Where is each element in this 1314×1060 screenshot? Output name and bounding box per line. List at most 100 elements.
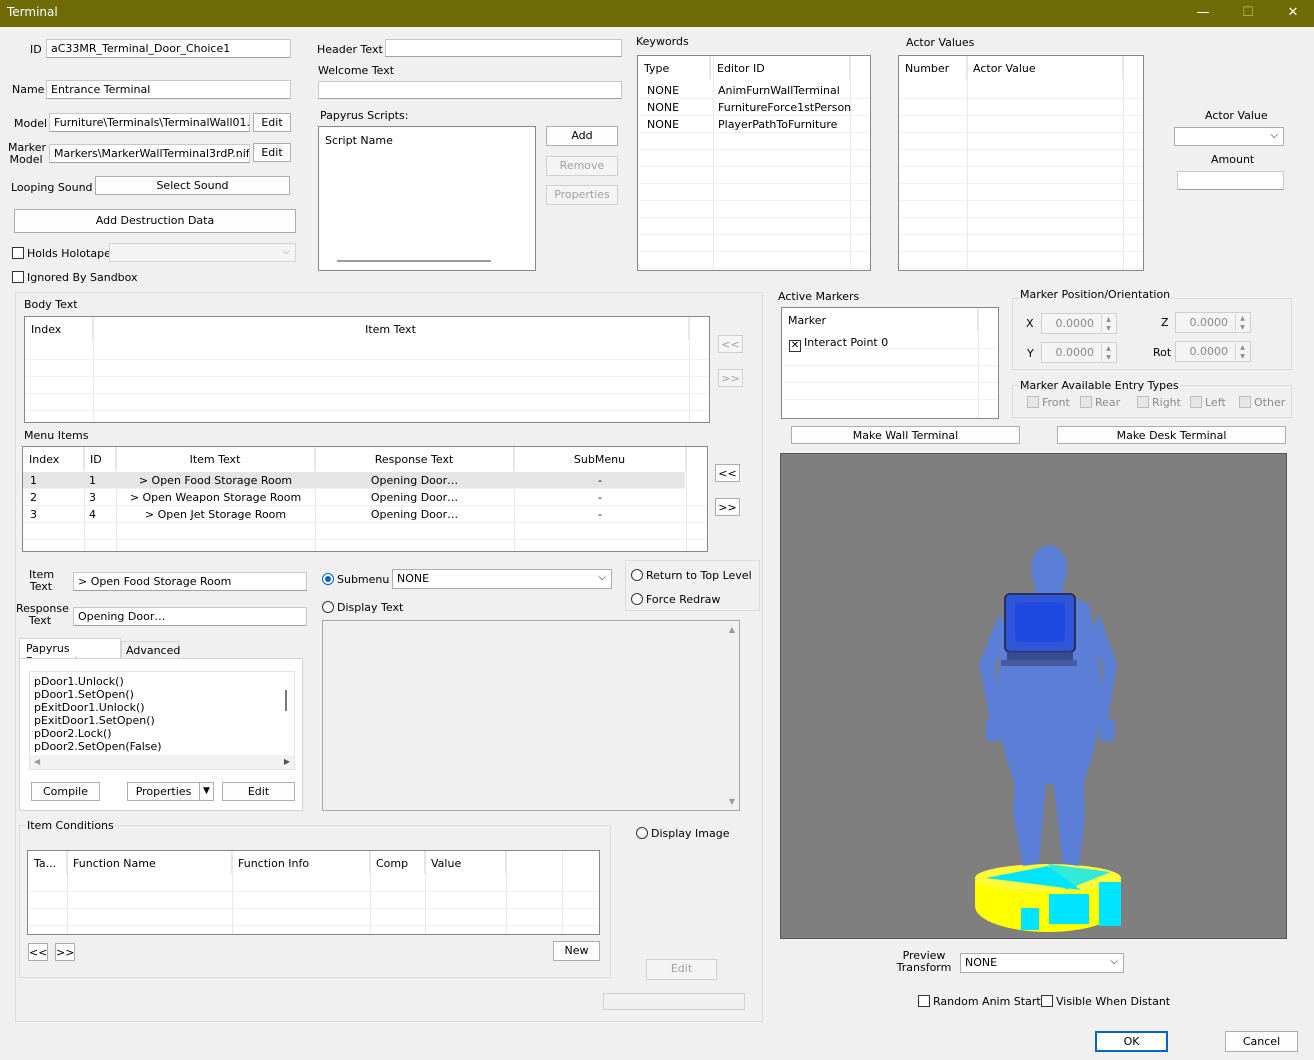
maximize-icon[interactable]: ☐ bbox=[1239, 4, 1257, 22]
spinner-arrows-icon[interactable]: ▲ ▼ bbox=[1101, 344, 1115, 361]
compile-button[interactable]: Compile bbox=[31, 782, 100, 801]
list-item[interactable]: NONE FurnitureForce1stPerson bbox=[638, 99, 870, 116]
papyrus-scripts-list[interactable]: Script Name bbox=[318, 126, 536, 271]
return-top-radio[interactable]: Return to Top Level bbox=[631, 569, 752, 582]
display-text-radio[interactable]: Display Text bbox=[322, 601, 403, 614]
fragment-edit-button[interactable]: Edit bbox=[222, 782, 295, 801]
body-move-down-button[interactable]: >> bbox=[718, 369, 743, 387]
body-text-list[interactable]: Index Item Text bbox=[24, 316, 710, 423]
item-text-field[interactable]: > Open Food Storage Room bbox=[73, 572, 307, 591]
looping-sound-label: Looping Sound bbox=[11, 181, 93, 194]
response-text-field[interactable]: Opening Door… bbox=[73, 607, 307, 626]
tab-advanced[interactable]: Advanced bbox=[121, 641, 180, 659]
interact-point-checkbox[interactable]: ✕ Interact Point 0 bbox=[789, 334, 888, 352]
x-spinner[interactable]: 0.0000 ▲ ▼ bbox=[1041, 313, 1117, 334]
add-destruction-button[interactable]: Add Destruction Data bbox=[14, 209, 296, 233]
entry-front-checkbox[interactable]: Front bbox=[1027, 396, 1070, 409]
image-path-field[interactable] bbox=[603, 993, 745, 1010]
table-row[interactable]: 2 3 > Open Weapon Storage Room Opening Door… bbox=[23, 489, 707, 506]
list-item[interactable]: NONE PlayerPathToFurniture bbox=[638, 116, 870, 133]
image-edit-button[interactable]: Edit bbox=[646, 959, 717, 980]
entry-left-checkbox[interactable]: Left bbox=[1190, 396, 1226, 409]
random-anim-checkbox[interactable]: Random Anim Start bbox=[918, 995, 1041, 1008]
fragment-properties-button[interactable]: Properties ▼ bbox=[127, 782, 214, 801]
remove-script-button[interactable]: Remove bbox=[546, 156, 618, 176]
entry-rear-checkbox[interactable]: Rear bbox=[1080, 396, 1120, 409]
conditions-list[interactable]: Ta... Function Name Function Info Comp V… bbox=[27, 850, 600, 935]
model-field[interactable]: Furniture\Terminals\TerminalWall01.nif bbox=[49, 113, 250, 132]
entry-right-checkbox[interactable]: Right bbox=[1137, 396, 1181, 409]
minimize-icon[interactable]: — bbox=[1194, 4, 1212, 22]
menu-move-up-button[interactable]: << bbox=[715, 464, 740, 482]
display-text-area[interactable]: ▲ ▼ bbox=[322, 620, 740, 811]
ok-button[interactable]: OK bbox=[1095, 1031, 1168, 1052]
horizontal-scrollbar[interactable]: ◀ ▶ bbox=[30, 755, 294, 769]
menu-move-down-button[interactable]: >> bbox=[715, 498, 740, 516]
list-item[interactable]: ✕ Interact Point 0 bbox=[782, 332, 998, 352]
amount-field[interactable] bbox=[1177, 171, 1284, 190]
scroll-up-icon[interactable]: ▲ bbox=[729, 625, 735, 634]
entry-other-label: Other bbox=[1254, 396, 1286, 409]
keywords-list[interactable]: Type Editor ID NONE AnimFurnWallTerminal … bbox=[637, 55, 871, 271]
welcome-text-field[interactable] bbox=[318, 81, 622, 99]
make-desk-terminal-button[interactable]: Make Desk Terminal bbox=[1057, 426, 1286, 444]
menu-items-list[interactable]: Index ID Item Text Response Text SubMenu… bbox=[22, 446, 708, 552]
header-text-field[interactable] bbox=[385, 39, 622, 57]
submenu-radio[interactable]: Submenu bbox=[322, 573, 389, 586]
preview-transform-select[interactable]: NONE ⌵ bbox=[960, 953, 1124, 973]
scroll-left-icon[interactable]: ◀ bbox=[34, 757, 40, 766]
make-wall-terminal-button[interactable]: Make Wall Terminal bbox=[791, 426, 1020, 444]
spinner-arrows-icon[interactable]: ▲ ▼ bbox=[1235, 314, 1249, 331]
menu-response-header: Response Text bbox=[315, 447, 514, 470]
tab-papyrus-fragment[interactable]: Papyrus Fragment bbox=[19, 638, 121, 668]
scrollbar[interactable] bbox=[337, 260, 491, 262]
entry-other-checkbox[interactable]: Other bbox=[1239, 396, 1285, 409]
radio-icon bbox=[631, 593, 643, 605]
y-spinner[interactable]: 0.0000 ▲ ▼ bbox=[1041, 342, 1117, 363]
conditions-new-button[interactable]: New bbox=[553, 941, 600, 961]
select-sound-button[interactable]: Select Sound bbox=[95, 176, 290, 195]
checkbox-icon bbox=[12, 271, 24, 283]
actor-value-select[interactable]: ⌵ bbox=[1174, 127, 1284, 146]
visible-distant-checkbox[interactable]: Visible When Distant bbox=[1041, 995, 1170, 1008]
list-item[interactable]: NONE AnimFurnWallTerminal bbox=[638, 82, 870, 99]
scroll-right-icon[interactable]: ▶ bbox=[284, 757, 290, 766]
conditions-prev-button[interactable]: << bbox=[28, 943, 48, 961]
script-properties-button[interactable]: Properties bbox=[546, 185, 618, 205]
spinner-arrows-icon[interactable]: ▲ ▼ bbox=[1235, 343, 1249, 360]
holds-holotape-checkbox[interactable]: Holds Holotape bbox=[12, 247, 111, 260]
scroll-down-icon[interactable]: ▼ bbox=[729, 797, 735, 806]
holotape-select[interactable]: ⌵ bbox=[109, 243, 296, 262]
name-field[interactable]: Entrance Terminal bbox=[46, 80, 291, 99]
cancel-button[interactable]: Cancel bbox=[1225, 1031, 1298, 1052]
add-script-button[interactable]: Add bbox=[546, 126, 618, 146]
menu-response: Opening Door… bbox=[370, 491, 459, 504]
table-row[interactable]: 3 4 > Open Jet Storage Room Opening Door… - bbox=[23, 506, 707, 523]
id-field[interactable]: aC33MR_Terminal_Door_Choice1 bbox=[46, 39, 291, 58]
display-image-radio[interactable]: Display Image bbox=[636, 827, 730, 840]
body-move-up-button[interactable]: << bbox=[718, 335, 743, 353]
radio-icon bbox=[636, 827, 648, 839]
active-markers-list[interactable]: Marker ✕ Interact Point 0 bbox=[781, 307, 999, 419]
marker-model-edit-button[interactable]: Edit bbox=[253, 143, 291, 162]
model-edit-button[interactable]: Edit bbox=[253, 113, 291, 132]
code-line: pDoor2.Lock() bbox=[34, 727, 112, 740]
3d-preview[interactable] bbox=[780, 453, 1287, 939]
submenu-select[interactable]: NONE ⌵ bbox=[392, 569, 612, 589]
spinner-arrows-icon[interactable]: ▲ ▼ bbox=[1101, 315, 1115, 332]
z-spinner[interactable]: 0.0000 ▲ ▼ bbox=[1175, 312, 1251, 333]
rot-spinner[interactable]: 0.0000 ▲ ▼ bbox=[1175, 341, 1251, 362]
actor-values-list[interactable]: Number Actor Value bbox=[898, 55, 1144, 271]
close-icon[interactable]: ✕ bbox=[1284, 4, 1302, 22]
force-redraw-radio[interactable]: Force Redraw bbox=[631, 593, 720, 606]
model-label: Model bbox=[14, 117, 48, 130]
ignored-sandbox-checkbox[interactable]: Ignored By Sandbox bbox=[12, 271, 138, 284]
scrollbar[interactable] bbox=[285, 690, 287, 711]
menu-submenu: - bbox=[598, 508, 602, 521]
menu-item-text: > Open Jet Storage Room bbox=[144, 508, 287, 521]
marker-model-field[interactable]: Markers\MarkerWallTerminal3rdP.nif bbox=[49, 144, 250, 163]
fragment-code[interactable]: pDoor1.Unlock() pDoor1.SetOpen() pExitDo… bbox=[29, 671, 295, 770]
table-row[interactable]: 1 1 > Open Food Storage Room Opening Door… - bbox=[23, 472, 685, 489]
dropdown-arrow-icon[interactable]: ▼ bbox=[199, 783, 213, 800]
conditions-next-button[interactable]: >> bbox=[55, 943, 75, 961]
